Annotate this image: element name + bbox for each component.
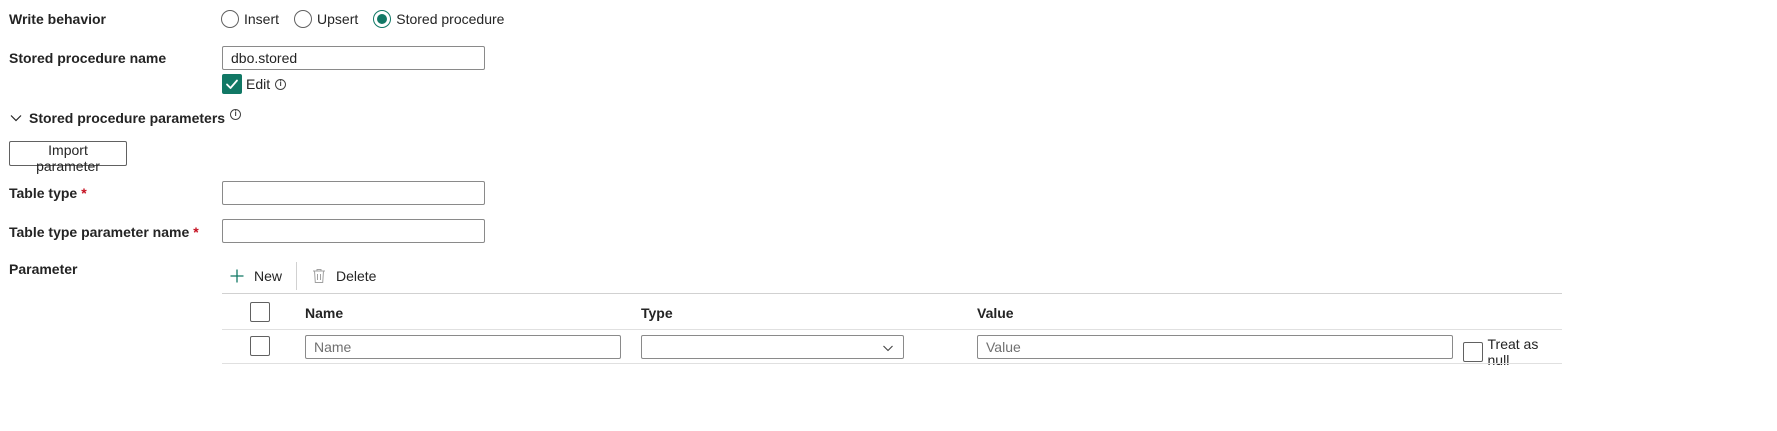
write-behavior-label: Write behavior (9, 11, 106, 27)
stored-procedure-parameters-toggle[interactable]: Stored procedure parameters i (9, 108, 242, 126)
parameter-label: Parameter (9, 261, 78, 277)
radio-stored-procedure[interactable]: Stored procedure (373, 10, 504, 28)
required-asterisk: * (81, 185, 87, 201)
edit-checkbox-row: Edit i (222, 74, 287, 94)
column-header-value: Value (977, 305, 1014, 321)
table-row-border (222, 363, 1562, 364)
table-type-label: Table type * (9, 185, 87, 201)
delete-label: Delete (336, 268, 377, 284)
table-type-parameter-name-label: Table type parameter name * (9, 224, 199, 240)
toolbar-divider (296, 262, 297, 290)
table-type-label-text: Table type (9, 185, 78, 201)
treat-as-null-checkbox[interactable] (1463, 342, 1483, 362)
row-select-checkbox[interactable] (250, 336, 270, 356)
table-type-parameter-name-label-text: Table type parameter name (9, 224, 190, 240)
table-row: Treat as null (222, 330, 1562, 368)
delete-parameter-button[interactable]: Delete (312, 266, 376, 286)
info-icon[interactable]: i (230, 108, 242, 120)
radio-upsert-label: Upsert (317, 11, 359, 27)
column-header-type: Type (641, 305, 673, 321)
stored-procedure-parameters-title: Stored procedure parameters (29, 110, 226, 126)
trash-icon (313, 269, 325, 283)
table-type-input[interactable] (222, 181, 485, 205)
select-all-checkbox[interactable] (250, 302, 270, 322)
radio-insert-label: Insert (244, 11, 280, 27)
stored-procedure-name-label: Stored procedure name (9, 50, 167, 66)
edit-label: Edit (246, 76, 271, 92)
import-parameter-button[interactable]: Import parameter (9, 141, 127, 174)
write-behavior-radio-group: Insert Upsert Stored procedure (221, 10, 519, 28)
checkmark-icon (226, 79, 238, 89)
table-top-border (222, 293, 1562, 294)
radio-circle-selected[interactable] (373, 10, 392, 28)
radio-upsert[interactable]: Upsert (294, 10, 358, 28)
edit-checkbox[interactable] (222, 74, 242, 94)
radio-insert[interactable]: Insert (221, 10, 279, 28)
new-label: New (254, 268, 283, 284)
parameter-name-input[interactable] (305, 335, 621, 359)
required-asterisk: * (193, 224, 199, 240)
new-parameter-button[interactable]: New (229, 266, 282, 286)
chevron-down-icon (10, 115, 22, 122)
radio-circle[interactable] (221, 10, 239, 28)
parameter-type-select[interactable] (641, 335, 904, 359)
parameter-value-input[interactable] (977, 335, 1453, 359)
table-type-parameter-name-input[interactable] (222, 219, 485, 243)
column-header-name: Name (305, 305, 344, 321)
chevron-down-icon (883, 345, 893, 352)
stored-procedure-name-input[interactable] (222, 46, 485, 70)
add-icon (230, 269, 244, 283)
radio-circle[interactable] (294, 10, 313, 28)
info-icon[interactable]: i (275, 78, 287, 90)
radio-stored-procedure-label: Stored procedure (396, 11, 505, 27)
